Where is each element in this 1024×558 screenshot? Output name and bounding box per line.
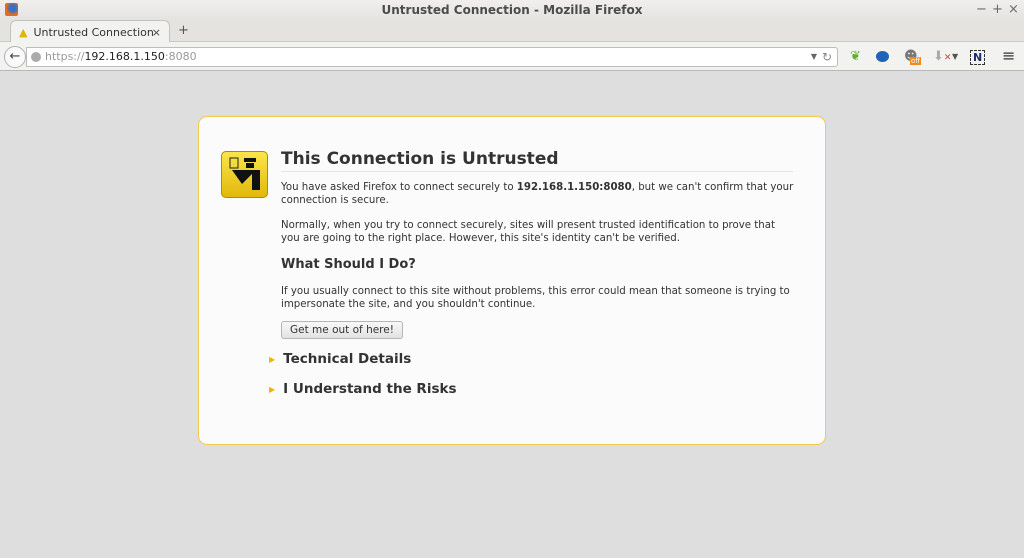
ghostery-off-icon[interactable]: ☻off [904,49,922,65]
understand-risks-toggle[interactable]: ▶ I Understand the Risks [269,381,457,397]
globe-icon [31,52,41,62]
url-host: 192.168.1.150 [84,50,165,63]
what-should-i-do-heading: What Should I Do? [281,257,416,272]
intro-text: You have asked Firefox to connect secure… [281,182,794,206]
url-dropdown-icon[interactable]: ▼ [811,48,817,66]
tab-untrusted-connection[interactable]: ▲ Untrusted Connection × [10,20,170,43]
window-title: Untrusted Connection - Mozilla Firefox [381,3,643,17]
tab-label: Untrusted Connection [33,25,154,39]
title-bar: Untrusted Connection - Mozilla Firefox −… [0,0,1024,20]
back-button[interactable]: ← [4,46,26,68]
get-me-out-button[interactable]: Get me out of here! [281,321,403,339]
notes-n-icon[interactable]: N [970,50,986,65]
advice-text: If you usually connect to this site with… [281,286,790,310]
url-bar[interactable]: https://192.168.1.150:8080 ▼ ↻ [26,47,838,67]
expand-triangle-icon: ▶ [269,384,276,394]
tab-bar: ▲ Untrusted Connection × + [0,20,1024,43]
error-card: This Connection is Untrusted You have as… [198,116,826,445]
explanation-text: Normally, when you try to connect secure… [281,220,775,244]
menu-icon[interactable]: ≡ [1002,46,1015,65]
expand-triangle-icon: ▶ [269,354,276,364]
download-blocked-icon[interactable]: ⬇✕ [933,49,951,64]
minimize-button[interactable]: − [976,2,987,17]
blue-play-icon[interactable] [876,51,889,62]
url-port: :8080 [164,50,197,63]
reload-icon[interactable]: ↻ [822,48,832,66]
dropdown-icon[interactable]: ▼ [952,52,958,61]
technical-details-toggle[interactable]: ▶ Technical Details [269,351,411,367]
police-officer-icon [221,151,268,198]
close-window-button[interactable]: × [1008,2,1019,17]
nav-bar: ← https://192.168.1.150:8080 ▼ ↻ ❦ ☻off … [0,42,1024,71]
leaf-icon[interactable]: ❦ [850,49,861,64]
close-tab-icon[interactable]: × [152,26,161,39]
maximize-button[interactable]: + [992,2,1003,17]
off-badge: off [910,57,922,65]
new-tab-button[interactable]: + [178,23,189,38]
page-title: This Connection is Untrusted [281,149,793,172]
warning-icon: ▲ [19,25,28,39]
url-scheme: https:// [45,50,85,63]
firefox-icon [5,3,18,16]
